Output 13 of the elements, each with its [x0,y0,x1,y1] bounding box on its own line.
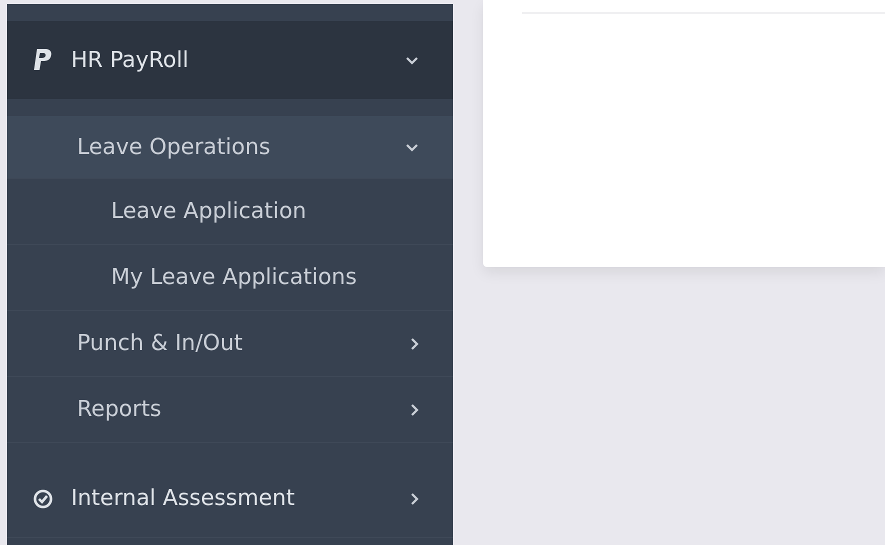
chevron-right-icon [410,402,419,416]
menu-item[interactable]: Punch & In/Out [7,311,453,377]
chevron-down-icon [405,142,419,152]
check-circle-icon [33,488,53,508]
chevron-down-icon [405,56,419,64]
menu-item[interactable]: Reports [7,377,453,443]
chevron-right-icon [410,492,419,506]
chevron-right-icon [410,336,419,350]
menu-item[interactable]: Leave Operations [7,116,453,179]
letter-p-icon [33,48,53,72]
menu-item[interactable]: Leave Application [7,179,453,245]
menu-item[interactable]: HR PayRoll [7,21,453,99]
menu-item[interactable]: My Leave Applications [7,245,453,311]
